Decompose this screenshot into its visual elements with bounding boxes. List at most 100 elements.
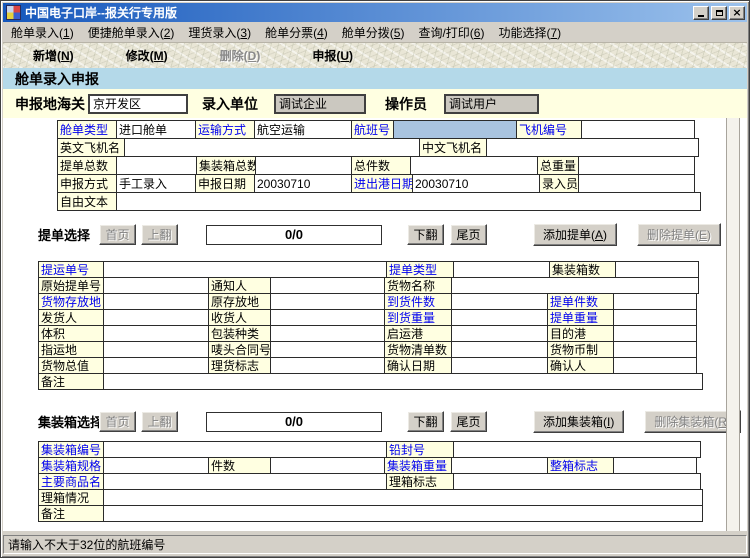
field-value[interactable]	[103, 505, 703, 522]
field-label: 录入员	[539, 174, 579, 193]
close-icon: ×	[732, 8, 741, 18]
field-label: 航班号	[351, 120, 394, 139]
menu-item[interactable]: 理货录入(3)	[181, 22, 258, 43]
field-value[interactable]	[270, 293, 385, 310]
field-label: 申报方式	[57, 174, 117, 193]
field-value[interactable]	[451, 293, 548, 310]
field-value[interactable]	[613, 293, 697, 310]
field-value[interactable]	[451, 277, 699, 294]
field-value[interactable]	[615, 261, 699, 278]
prev-page-button[interactable]: 上翻	[141, 224, 178, 245]
field-value[interactable]	[270, 341, 385, 358]
field-value[interactable]	[581, 120, 695, 139]
menu-item[interactable]: 功能选择(7)	[491, 22, 568, 43]
field-value[interactable]	[103, 293, 209, 310]
toolbar-button[interactable]: 申报(U)	[312, 47, 353, 64]
minimize-button[interactable]	[693, 6, 709, 20]
add-button[interactable]: 添加集装箱(I)	[533, 410, 624, 433]
field-value[interactable]: 进口舱单	[116, 120, 196, 139]
field-value[interactable]	[103, 357, 209, 374]
field-value[interactable]	[578, 174, 695, 193]
field-value[interactable]	[393, 120, 517, 139]
toolbar-button[interactable]: 修改(M)	[126, 47, 168, 64]
field-value[interactable]	[578, 156, 695, 175]
maximize-button[interactable]	[711, 6, 727, 20]
customs-label: 申报地海关	[15, 94, 85, 114]
field-value[interactable]	[613, 325, 697, 342]
field-value[interactable]	[103, 457, 209, 474]
field-label: 提单重量	[547, 309, 614, 326]
field-value[interactable]	[451, 457, 548, 474]
field-label: 提单件数	[547, 293, 614, 310]
field-value[interactable]	[486, 138, 699, 157]
field-value[interactable]	[103, 325, 209, 342]
menu-item[interactable]: 查询/打印(6)	[411, 22, 491, 43]
field-value[interactable]	[613, 309, 697, 326]
customs-input[interactable]: 京开发区	[88, 94, 188, 114]
field-value[interactable]	[116, 192, 701, 211]
first-page-button[interactable]: 首页	[99, 411, 136, 432]
field-label: 集装箱编号	[38, 441, 104, 458]
field-label: 运输方式	[195, 120, 255, 139]
field-value[interactable]	[451, 357, 548, 374]
add-button[interactable]: 添加提单(A)	[533, 223, 617, 246]
field-label: 启运港	[384, 325, 452, 342]
field-value[interactable]	[116, 156, 197, 175]
field-value[interactable]	[453, 441, 701, 458]
field-value[interactable]	[613, 341, 697, 358]
field-value[interactable]	[270, 277, 385, 294]
entry-unit-label: 录入单位	[202, 94, 258, 114]
field-value[interactable]	[613, 357, 697, 374]
toolbar-button[interactable]: 删除(D)	[220, 47, 261, 64]
field-label: 主要商品名	[38, 473, 104, 490]
last-page-button[interactable]: 尾页	[450, 224, 487, 245]
menu-item[interactable]: 舱单分票(4)	[258, 22, 335, 43]
field-value[interactable]	[103, 277, 209, 294]
field-value[interactable]	[453, 473, 701, 490]
field-label: 中文飞机名	[419, 138, 487, 157]
vertical-scrollbar[interactable]	[726, 118, 740, 531]
field-label: 飞机编号	[516, 120, 582, 139]
field-value[interactable]: 手工录入	[116, 174, 196, 193]
field-value[interactable]	[103, 373, 703, 390]
page-counter: 0/0	[206, 225, 382, 245]
next-page-button[interactable]: 下翻	[407, 224, 444, 245]
field-value[interactable]	[103, 309, 209, 326]
close-button[interactable]: ×	[729, 6, 745, 20]
field-value[interactable]: 20030710	[254, 174, 352, 193]
field-value[interactable]	[270, 309, 385, 326]
field-value[interactable]: 航空运输	[254, 120, 352, 139]
field-value[interactable]	[270, 325, 385, 342]
field-value[interactable]	[103, 489, 703, 506]
field-label: 包装种类	[208, 325, 271, 342]
field-label: 唛头合同号	[208, 341, 271, 358]
field-value[interactable]	[451, 325, 548, 342]
field-value[interactable]	[103, 441, 387, 458]
field-label: 提单类型	[386, 261, 454, 278]
next-page-button[interactable]: 下翻	[407, 411, 444, 432]
field-label: 申报日期	[195, 174, 255, 193]
delete-button[interactable]: 删除提单(E)	[637, 223, 721, 246]
prev-page-button[interactable]: 上翻	[141, 411, 178, 432]
field-value[interactable]	[451, 341, 548, 358]
field-value[interactable]	[451, 309, 548, 326]
field-value[interactable]	[270, 357, 385, 374]
field-value[interactable]	[124, 138, 420, 157]
last-page-button[interactable]: 尾页	[450, 411, 487, 432]
field-value[interactable]	[613, 457, 697, 474]
field-label: 件数	[208, 457, 271, 474]
menu-item[interactable]: 舱单录入(1)	[4, 22, 81, 43]
field-value[interactable]	[270, 457, 385, 474]
menu-item[interactable]: 舱单分拨(5)	[335, 22, 412, 43]
menu-item[interactable]: 便捷舱单录入(2)	[81, 22, 182, 43]
field-value[interactable]	[103, 473, 387, 490]
field-value[interactable]: 20030710	[412, 174, 540, 193]
first-page-button[interactable]: 首页	[99, 224, 136, 245]
field-value[interactable]	[453, 261, 550, 278]
toolbar-button[interactable]: 新增(N)	[33, 47, 74, 64]
field-value[interactable]	[410, 156, 538, 175]
field-value[interactable]	[255, 156, 352, 175]
field-label: 提运单号	[38, 261, 104, 278]
field-value[interactable]	[103, 261, 387, 278]
field-value[interactable]	[103, 341, 209, 358]
